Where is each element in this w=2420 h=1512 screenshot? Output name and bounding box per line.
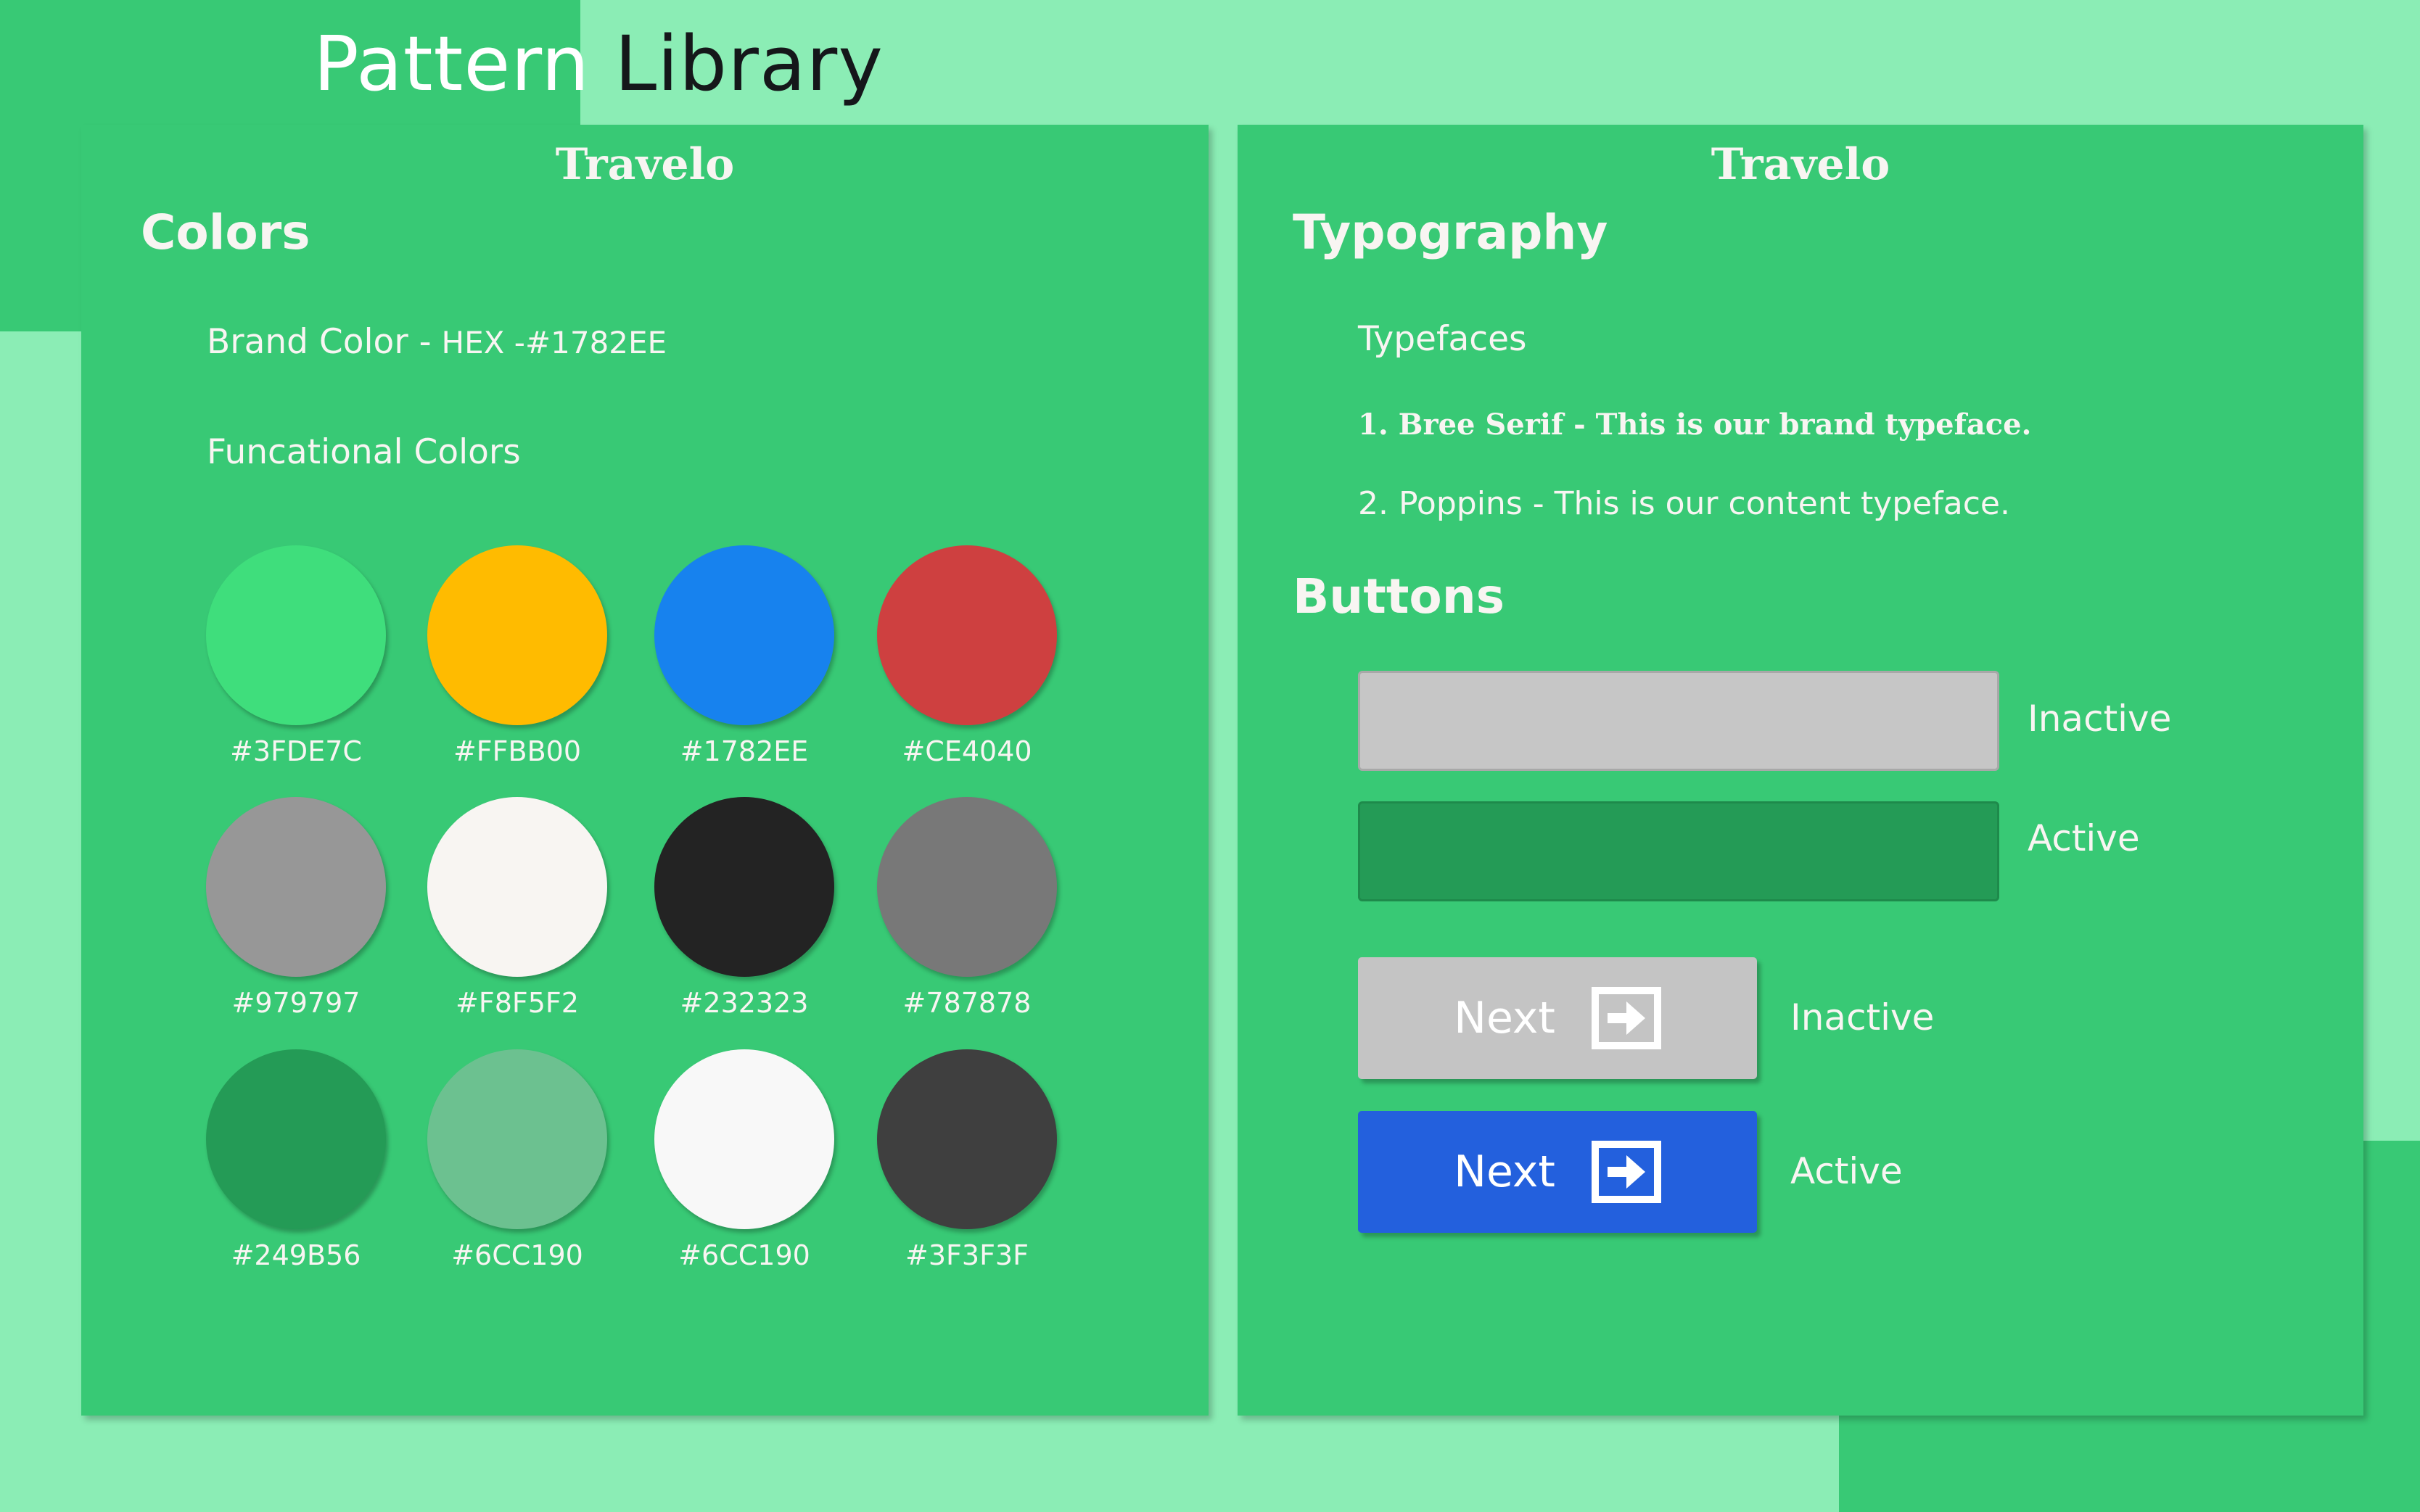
color-swatch	[206, 545, 386, 725]
arrow-right-box-icon	[1591, 987, 1661, 1049]
color-swatch	[427, 545, 607, 725]
brand-color-value: HEX -#1782EE	[441, 325, 667, 360]
color-swatch	[427, 797, 607, 977]
brand-name: Travelo	[1711, 139, 1890, 190]
color-swatch-label: #F8F5F2	[456, 987, 579, 1019]
color-swatch-label: #6CC190	[678, 1239, 810, 1271]
brand-color-row: Brand Color - HEX -#1782EE	[207, 322, 667, 362]
bar-inactive-label: Inactive	[2028, 698, 2172, 740]
color-swatch	[654, 797, 834, 977]
next-button-inactive[interactable]: Next	[1358, 957, 1757, 1079]
color-swatch	[877, 545, 1057, 725]
color-swatch-label: #3F3F3F	[905, 1239, 1029, 1271]
functional-colors-label: Funcational Colors	[207, 432, 521, 472]
page-title: Pattern Library	[313, 13, 884, 115]
colors-section-title: Colors	[141, 205, 310, 260]
color-swatch	[654, 1049, 834, 1229]
color-swatch-label: #FFBB00	[453, 735, 582, 767]
color-swatch	[877, 1049, 1057, 1229]
typefaces-label: Typefaces	[1358, 319, 1527, 359]
next-button-label: Next	[1454, 993, 1555, 1044]
color-swatch-label: #1782EE	[680, 735, 809, 767]
color-swatch-label: #232323	[680, 987, 809, 1019]
color-swatch	[206, 1049, 386, 1229]
brand-name: Travelo	[555, 139, 735, 190]
next-active-state-label: Active	[1790, 1150, 1903, 1192]
color-swatch-label: #979797	[231, 987, 361, 1019]
next-inactive-state-label: Inactive	[1790, 996, 1935, 1038]
inactive-input-bar	[1358, 671, 1999, 771]
color-swatch-label: #249B56	[231, 1239, 361, 1271]
color-swatch-label: #3FDE7C	[230, 735, 362, 767]
typography-section-title: Typography	[1293, 205, 1608, 260]
color-swatch	[877, 797, 1057, 977]
color-swatch-label: #CE4040	[902, 735, 1032, 767]
brand-color-label: Brand Color -	[207, 322, 432, 362]
colors-panel: Travelo Colors Brand Color - HEX -#1782EE…	[81, 125, 1209, 1416]
typeface-content: 2. Poppins - This is our content typefac…	[1358, 485, 2010, 522]
buttons-section-title: Buttons	[1293, 569, 1505, 624]
active-input-bar[interactable]	[1358, 801, 1999, 901]
next-button-active[interactable]: Next	[1358, 1111, 1757, 1233]
arrow-right-box-icon	[1591, 1141, 1661, 1203]
color-swatch-label: #6CC190	[451, 1239, 583, 1271]
bar-active-label: Active	[2028, 817, 2140, 859]
color-swatch	[427, 1049, 607, 1229]
color-swatch	[654, 545, 834, 725]
typography-panel: Travelo Typography Typefaces 1. Bree Ser…	[1238, 125, 2363, 1416]
color-swatch-label: #787878	[902, 987, 1032, 1019]
color-swatch	[206, 797, 386, 977]
typeface-brand: 1. Bree Serif - This is our brand typefa…	[1358, 408, 2032, 442]
page-title-part2: Library	[614, 20, 884, 108]
next-button-label: Next	[1454, 1147, 1555, 1197]
page-title-part1: Pattern	[313, 20, 590, 108]
